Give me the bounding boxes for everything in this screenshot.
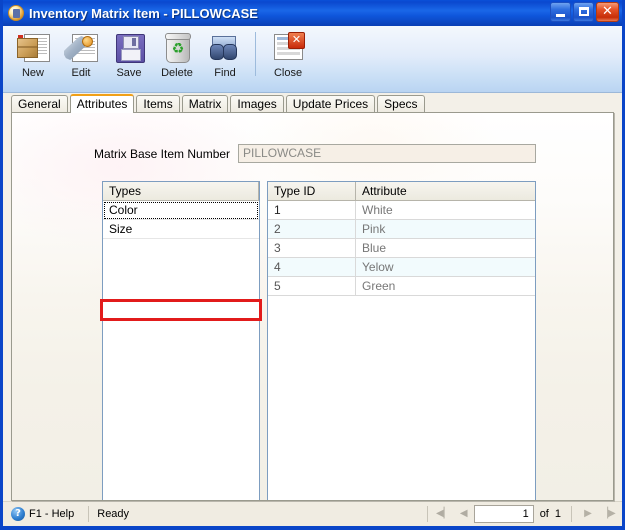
next-record-button[interactable]: ▶ — [578, 505, 598, 523]
types-row-size[interactable]: Size — [103, 220, 259, 239]
record-navigator: ◀▏ ◀ 1 of 1 ▶ ▕▶ — [421, 505, 618, 523]
delete-recycle-bin-icon: ♻ — [160, 32, 194, 64]
cell-type-id: 3 — [268, 239, 356, 257]
status-divider — [88, 506, 90, 522]
record-of-label: of — [539, 508, 549, 520]
help-button[interactable]: ? F1 - Help — [7, 505, 82, 523]
cell-attribute: White — [362, 203, 393, 217]
types-list-panel[interactable]: Types Color Size — [102, 181, 260, 500]
cell-type-id: 4 — [268, 258, 356, 276]
inventory-matrix-item-window: Inventory Matrix Item - PILLOWCASE ✕ New… — [0, 0, 625, 530]
types-column-header: Types — [103, 182, 259, 201]
tab-items[interactable]: Items — [136, 95, 180, 112]
toolbar-label-edit: Edit — [71, 67, 91, 79]
table-row[interactable]: 5 Green — [268, 277, 535, 296]
window-title: Inventory Matrix Item - PILLOWCASE — [29, 5, 258, 21]
toolbar-button-find[interactable]: Find — [201, 30, 249, 79]
nav-divider-left — [426, 506, 428, 522]
cell-type-id: 1 — [268, 201, 356, 219]
previous-record-button[interactable]: ◀ — [454, 505, 474, 523]
first-record-button[interactable]: ◀▏ — [434, 505, 454, 523]
attributes-grid-panel[interactable]: Type ID Attribute 1 White 2 Pink 3 Blue … — [267, 181, 536, 500]
tab-update-prices[interactable]: Update Prices — [285, 95, 376, 112]
status-bar: ? F1 - Help Ready ◀▏ ◀ 1 of 1 ▶ ▕▶ — [3, 501, 622, 526]
toolbar-label-find: Find — [214, 67, 236, 79]
record-number-input[interactable]: 1 — [473, 505, 534, 523]
cell-attribute: Blue — [362, 241, 387, 255]
last-record-button[interactable]: ▕▶ — [598, 505, 618, 523]
close-window-icon: ✕ — [271, 32, 305, 64]
new-item-icon — [16, 32, 50, 64]
tab-strip: General Attributes Items Matrix Images U… — [3, 93, 622, 113]
toolbar-label-save: Save — [116, 67, 142, 79]
tab-specs[interactable]: Specs — [377, 95, 425, 112]
attributes-grid-header: Type ID Attribute — [268, 182, 535, 201]
toolbar-separator — [255, 32, 256, 76]
column-divider — [258, 182, 259, 200]
base-item-value: PILLOWCASE — [238, 144, 537, 163]
tab-attributes[interactable]: Attributes — [69, 94, 135, 113]
toolbar-button-edit[interactable]: Edit — [57, 30, 105, 79]
toolbar-button-save[interactable]: Save — [105, 30, 153, 79]
title-bar: Inventory Matrix Item - PILLOWCASE ✕ — [3, 0, 622, 26]
toolbar-label-delete: Delete — [161, 67, 193, 79]
column-header-type-id[interactable]: Type ID — [268, 182, 356, 200]
table-row[interactable]: 1 White — [268, 201, 535, 220]
find-binoculars-icon — [208, 32, 242, 64]
types-header-label: Types — [109, 184, 142, 198]
table-row[interactable]: 2 Pink — [268, 220, 535, 239]
base-item-label: Matrix Base Item Number — [94, 146, 231, 161]
minimize-button[interactable] — [550, 2, 571, 22]
toolbar-button-close[interactable]: ✕ Close — [264, 30, 312, 79]
toolbar-button-new[interactable]: New — [9, 30, 57, 79]
help-question-icon: ? — [11, 507, 25, 521]
cell-attribute: Green — [362, 279, 396, 293]
save-floppy-icon — [112, 32, 146, 64]
attributes-tab-panel: Matrix Base Item Number PILLOWCASE Types… — [11, 112, 614, 501]
tab-images[interactable]: Images — [230, 95, 284, 112]
tab-matrix[interactable]: Matrix — [181, 95, 229, 112]
status-text: Ready — [97, 508, 130, 520]
table-row[interactable]: 4 Yelow — [268, 258, 535, 277]
cell-type-id: 2 — [268, 220, 356, 238]
nav-divider-right — [571, 506, 572, 522]
toolbar-button-delete[interactable]: ♻ Delete — [153, 30, 201, 79]
cell-type-id: 5 — [268, 277, 356, 295]
help-label: F1 - Help — [29, 508, 75, 520]
toolbar-label-new: New — [21, 67, 44, 79]
cell-attribute: Pink — [362, 222, 386, 236]
types-row-color[interactable]: Color — [103, 201, 259, 220]
maximize-button[interactable] — [573, 2, 594, 22]
window-controls: ✕ — [550, 2, 619, 22]
column-header-attribute[interactable]: Attribute — [356, 182, 535, 200]
cell-attribute: Yelow — [362, 260, 394, 274]
edit-wrench-icon — [64, 32, 98, 64]
tab-general[interactable]: General — [11, 95, 68, 112]
toolbar-label-close: Close — [273, 67, 303, 79]
record-total: 1 — [554, 508, 561, 520]
table-row[interactable]: 3 Blue — [268, 239, 535, 258]
close-icon: ✕ — [602, 4, 613, 19]
inventory-item-icon — [8, 5, 24, 21]
base-item-field-row: Matrix Base Item Number PILLOWCASE — [94, 144, 537, 163]
main-toolbar: New Edit Save ♻ Delete Find ✕ Close — [3, 26, 622, 93]
close-button[interactable]: ✕ — [596, 2, 619, 22]
